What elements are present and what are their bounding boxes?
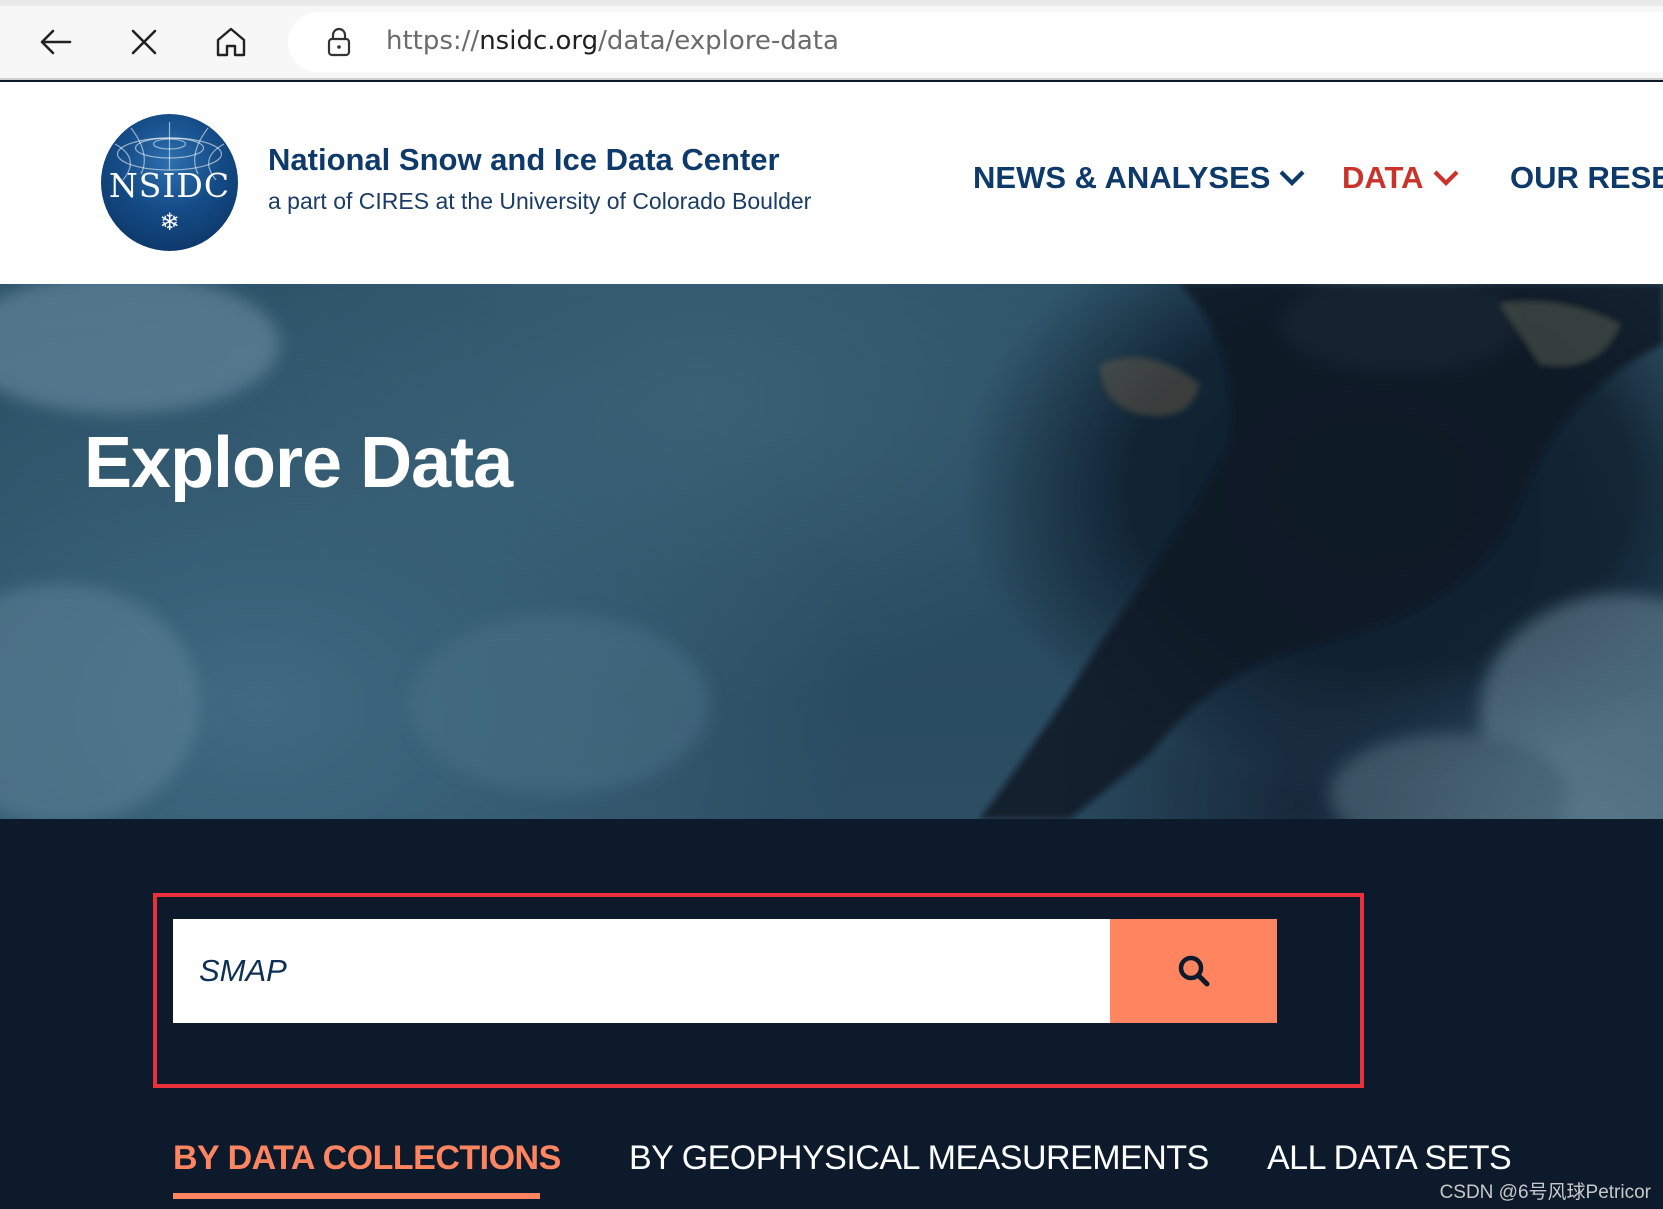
- search-input[interactable]: [173, 919, 1110, 1023]
- nsidc-logo[interactable]: NSIDC ❄: [101, 114, 238, 251]
- url-scheme: https://: [386, 26, 480, 56]
- url-text[interactable]: https://nsidc.org/data/explore-data: [386, 26, 839, 56]
- site-header: NSIDC ❄ National Snow and Ice Data Cente…: [0, 82, 1663, 284]
- nav-data-label: DATA: [1342, 160, 1424, 195]
- url-path: /data/explore-data: [598, 26, 839, 56]
- nav-news-label: NEWS & ANALYSES: [973, 160, 1271, 195]
- nav-research-label: OUR RESEA: [1510, 160, 1663, 195]
- org-subtitle: a part of CIRES at the University of Col…: [268, 188, 812, 214]
- hero-banner: Explore Data: [0, 284, 1663, 819]
- page-title: Explore Data: [84, 423, 513, 503]
- snowflake-icon: ❄: [159, 208, 180, 236]
- logo-text: NSIDC: [108, 166, 231, 205]
- satellite-image: [0, 284, 1663, 819]
- back-arrow-icon: [40, 29, 72, 55]
- search-button[interactable]: [1110, 919, 1277, 1023]
- org-name[interactable]: National Snow and Ice Data Center: [268, 142, 780, 178]
- active-tab-underline: [173, 1193, 540, 1199]
- search-icon: [1178, 955, 1209, 987]
- tab-by-geophysical-measurements[interactable]: BY GEOPHYSICAL MEASUREMENTS: [629, 1139, 1209, 1178]
- nav-data[interactable]: DATA: [1342, 160, 1460, 196]
- back-button[interactable]: [26, 14, 86, 70]
- home-button[interactable]: [201, 14, 261, 70]
- watermark: CSDN @6号风球Petricor: [1439, 1182, 1651, 1203]
- chevron-down-icon: [1433, 170, 1458, 186]
- stop-button[interactable]: [114, 14, 174, 70]
- address-bar[interactable]: https://nsidc.org/data/explore-data: [288, 12, 1663, 72]
- lock-icon[interactable]: [324, 27, 354, 57]
- close-icon: [131, 29, 157, 55]
- nav-our-research[interactable]: OUR RESEA: [1510, 160, 1663, 196]
- browser-toolbar: https://nsidc.org/data/explore-data: [0, 0, 1663, 80]
- tab-by-data-collections[interactable]: BY DATA COLLECTIONS: [173, 1139, 561, 1178]
- tab-strip: [0, 0, 1663, 6]
- tab-all-data-sets[interactable]: ALL DATA SETS: [1267, 1139, 1512, 1178]
- nav-news-analyses[interactable]: NEWS & ANALYSES: [973, 160, 1306, 196]
- search-section: BY DATA COLLECTIONS BY GEOPHYSICAL MEASU…: [0, 819, 1663, 1209]
- home-icon: [216, 27, 246, 57]
- url-host: nsidc.org: [479, 26, 599, 56]
- chevron-down-icon: [1279, 170, 1305, 186]
